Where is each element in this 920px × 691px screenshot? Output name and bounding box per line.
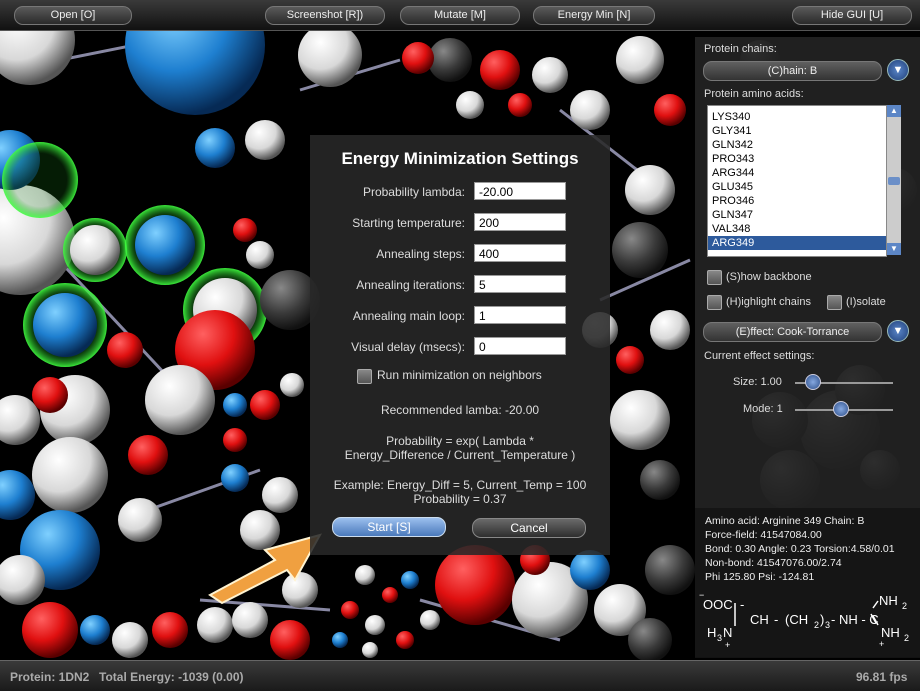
list-item[interactable]: GLY341 <box>708 124 886 138</box>
mode-slider-knob[interactable] <box>833 401 849 417</box>
scroll-down-icon[interactable]: ▼ <box>887 243 901 255</box>
formula-sub3: 3 <box>825 620 831 630</box>
field-row-visual-delay: Visual delay (msecs): 0 <box>310 337 610 359</box>
formula-nh2-top: NH <box>879 593 898 608</box>
steps-input[interactable]: 400 <box>474 244 566 262</box>
status-fps: 96.81 fps <box>856 670 908 684</box>
formula-nh-c: - NH - C <box>831 612 879 627</box>
formula-minus: − <box>699 590 705 600</box>
mutate-button[interactable]: Mutate [M] <box>400 6 520 25</box>
formula-line-2: Energy_Difference / Current_Temperature … <box>344 448 576 462</box>
temperature-label: Starting temperature: <box>352 216 465 230</box>
iterations-input[interactable]: 5 <box>474 275 566 293</box>
example-line-2: Probability = 0.37 <box>413 492 507 506</box>
formula-h3n-sub: 3 <box>717 633 723 643</box>
recommended-lambda: Recommended lamba: -20.00 <box>380 403 540 417</box>
formula-line-1: Probability = exp( Lambda * <box>386 434 534 448</box>
status-protein: Protein: 1DN2 <box>10 670 90 684</box>
iterations-label: Annealing iterations: <box>356 278 465 292</box>
chains-label: Protein chains: <box>704 43 777 55</box>
amino-info-box: Amino acid: Arginine 349 Chain: B Force-… <box>695 508 920 658</box>
main-loop-input[interactable]: 1 <box>474 306 566 324</box>
amino-list-scrollbar[interactable]: ▲ ▼ <box>887 105 901 255</box>
neighbors-label: Run minimization on neighbors <box>377 368 542 382</box>
visual-delay-input[interactable]: 0 <box>474 337 566 355</box>
start-button[interactable]: Start [S] <box>332 517 446 537</box>
energy-min-button[interactable]: Energy Min [N] <box>533 6 655 25</box>
mode-label: Mode: 1 <box>743 403 783 415</box>
show-backbone-label: (S)how backbone <box>726 271 812 283</box>
formula-close: ) <box>820 612 825 627</box>
highlight-chains-label: (H)ighlight chains <box>726 296 811 308</box>
isolate-label: (I)solate <box>846 296 886 308</box>
formula-h3n-n: N <box>723 625 733 640</box>
isolate-checkbox[interactable] <box>827 295 842 310</box>
chain-dropdown[interactable]: (C)hain: B <box>703 61 882 81</box>
formula-nh2-bottom: NH <box>881 625 900 640</box>
energy-min-dialog: Energy Minimization Settings Probability… <box>310 135 610 555</box>
open-button[interactable]: Open [O] <box>14 6 132 25</box>
list-item[interactable]: PRO346 <box>708 194 886 208</box>
list-item[interactable]: ARG344 <box>708 166 886 180</box>
size-label: Size: 1.00 <box>733 376 782 388</box>
chevron-down-icon[interactable]: ▼ <box>887 59 909 81</box>
field-row-main-loop: Annealing main loop: 1 <box>310 306 610 328</box>
formula-dash-1: - <box>740 597 745 612</box>
main-loop-label: Annealing main loop: <box>352 309 465 323</box>
field-row-lambda: Probability lambda: -20.00 <box>310 182 610 204</box>
list-item[interactable]: LYS340 <box>708 110 886 124</box>
field-row-steps: Annealing steps: 400 <box>310 244 610 266</box>
scroll-thumb[interactable] <box>888 177 900 185</box>
status-total-energy: Total Energy: -1039 (0.00) <box>99 670 244 684</box>
scroll-up-icon[interactable]: ▲ <box>887 105 901 117</box>
formula-plus-2: + <box>879 639 885 649</box>
field-row-iterations: Annealing iterations: 5 <box>310 275 610 297</box>
formula-nh2-bottom-sub: 2 <box>904 633 910 643</box>
effect-dropdown[interactable]: (E)ffect: Cook-Torrance <box>703 322 882 342</box>
lambda-label: Probability lambda: <box>362 185 465 199</box>
list-item[interactable]: PRO343 <box>708 152 886 166</box>
neighbors-checkbox[interactable] <box>357 369 372 384</box>
visual-delay-label: Visual delay (msecs): <box>351 340 465 354</box>
status-bar: Protein: 1DN2 Total Energy: -1039 (0.00)… <box>0 660 920 691</box>
highlight-chains-checkbox[interactable] <box>707 295 722 310</box>
list-item[interactable]: GLU345 <box>708 180 886 194</box>
hide-gui-button[interactable]: Hide GUI [U] <box>792 6 912 25</box>
field-row-temperature: Starting temperature: 200 <box>310 213 610 235</box>
effect-settings-label: Current effect settings: <box>704 350 815 362</box>
formula-ch2-group: (CH <box>785 612 809 627</box>
show-backbone-checkbox[interactable] <box>707 270 722 285</box>
formula-nh2-top-sub: 2 <box>902 601 908 611</box>
amino-label: Protein amino acids: <box>704 88 804 100</box>
steps-label: Annealing steps: <box>376 247 465 261</box>
list-item[interactable]: GLN342 <box>708 138 886 152</box>
formula-plus-1: + <box>725 640 731 650</box>
screenshot-button[interactable]: Screenshot [R]) <box>265 6 385 25</box>
formula-sub2: 2 <box>814 620 820 630</box>
top-toolbar: Open [O] Screenshot [R]) Mutate [M] Ener… <box>0 0 920 31</box>
amino-acid-list[interactable]: LYS340 GLY341 GLN342 PRO343 ARG344 GLU34… <box>707 105 887 257</box>
formula-h3n-h: H <box>707 625 717 640</box>
lambda-input[interactable]: -20.00 <box>474 182 566 200</box>
list-item[interactable]: VAL348 <box>708 222 886 236</box>
formula-ooc: OOC <box>703 597 733 612</box>
size-slider-knob[interactable] <box>805 374 821 390</box>
cancel-button[interactable]: Cancel <box>472 518 586 538</box>
chevron-down-icon[interactable]: ▼ <box>887 320 909 342</box>
list-item[interactable]: GLN347 <box>708 208 886 222</box>
formula-dash-2: - <box>774 612 779 627</box>
list-item-selected[interactable]: ARG349 <box>708 236 886 250</box>
formula-ch: CH <box>750 612 769 627</box>
example-line-1: Example: Energy_Diff = 5, Current_Temp =… <box>333 478 587 492</box>
temperature-input[interactable]: 200 <box>474 213 566 231</box>
dialog-title: Energy Minimization Settings <box>341 149 579 168</box>
